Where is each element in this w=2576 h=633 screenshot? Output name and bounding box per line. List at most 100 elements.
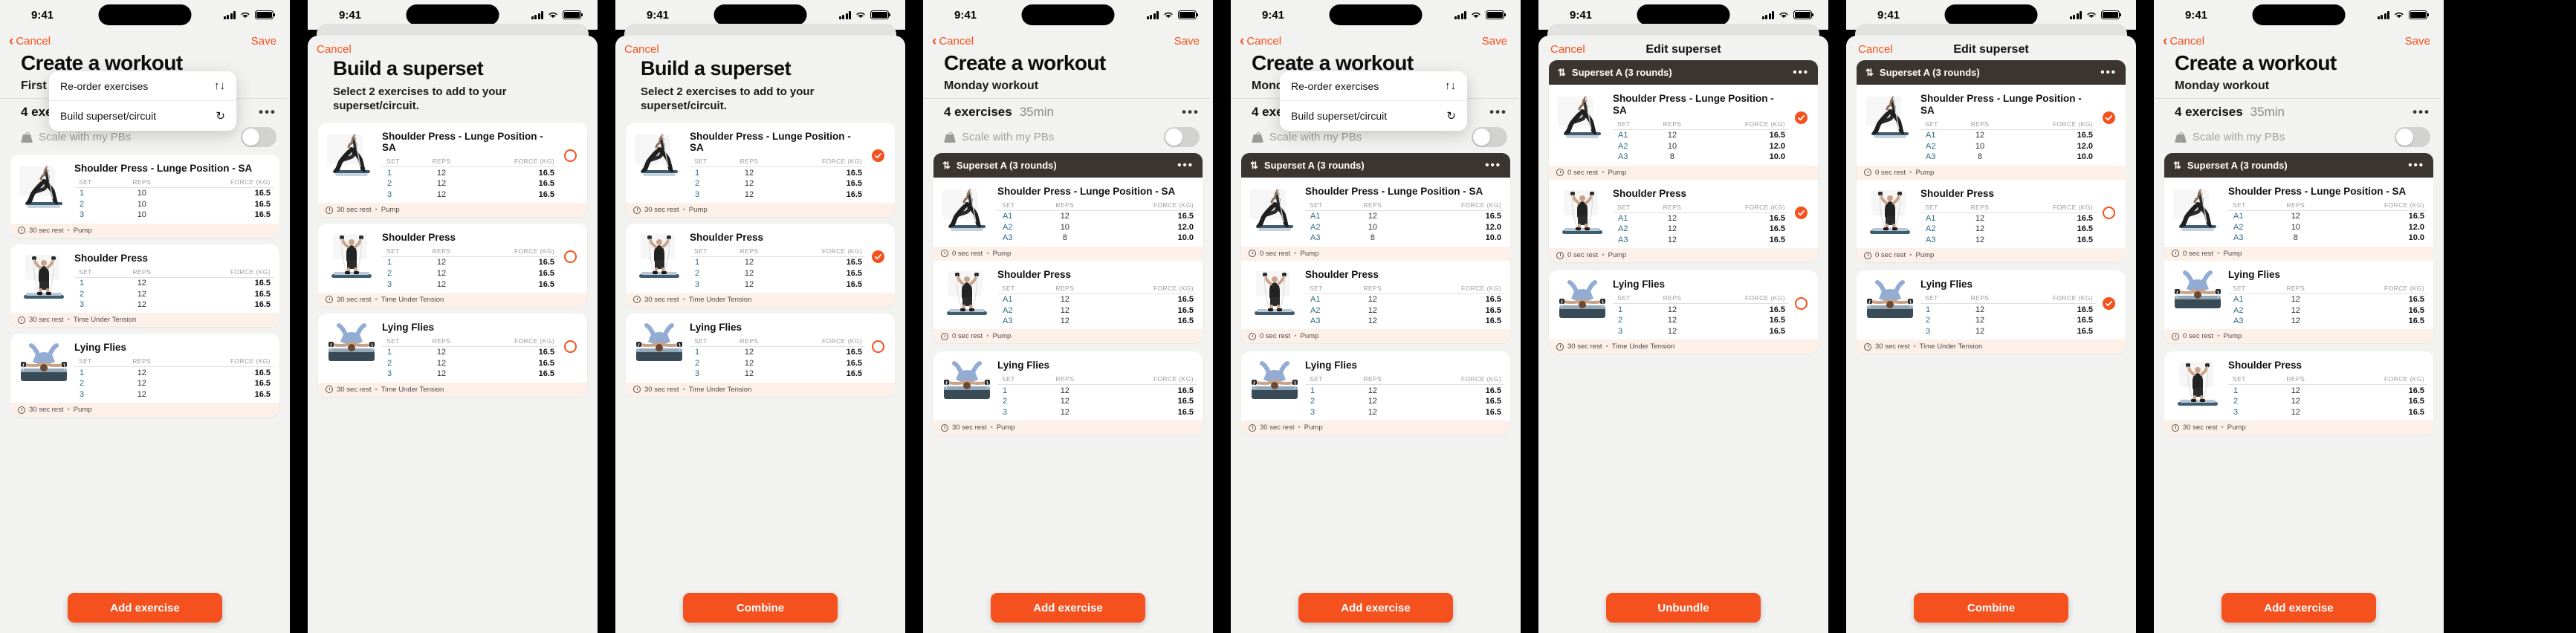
selection-empty-icon[interactable] [2102,206,2115,219]
superset-header[interactable]: ⇅ Superset A (3 rounds) ••• [1857,60,2126,85]
scale-row[interactable]: Scale with my PBs [2154,123,2444,153]
exercise-card[interactable]: Shoulder Press SET REPS FORCE (KG) 1 12 16.5… [318,224,587,307]
context-menu[interactable]: Re-order exercises ↑↓ Build superset/cir… [1280,71,1467,131]
selection-empty-icon[interactable] [563,340,577,353]
superset-header[interactable]: ⇅ Superset A (3 rounds) ••• [2164,153,2433,178]
back-group[interactable]: ‹ Cancel [9,34,51,48]
selection-checked-icon[interactable] [871,250,884,264]
exercise-card[interactable]: Shoulder Press SET REPS FORCE (KG) 1 12 16.5… [626,224,895,307]
cancel-button[interactable]: Cancel [2169,35,2204,48]
superset-more-icon[interactable]: ••• [1485,159,1501,172]
cancel-button[interactable]: Cancel [1858,43,1893,56]
exercise-select-column[interactable] [867,318,889,353]
back-group[interactable]: ‹ Cancel [2163,34,2204,48]
cancel-button[interactable]: Cancel [1246,35,1281,48]
cancel-button[interactable]: Cancel [1550,43,1585,56]
primary-cta-button[interactable]: Combine [1914,593,2068,623]
exercise-card[interactable]: Shoulder Press SET REPS FORCE (KG) A1 12 16.… [933,260,1203,344]
workout-more-icon[interactable]: ••• [1182,105,1200,120]
exercise-card[interactable]: Shoulder Press - Lunge Position - SA SET… [318,122,587,218]
chevron-left-icon[interactable]: ‹ [932,34,936,48]
cancel-button[interactable]: Cancel [939,35,974,48]
exercise-select-column[interactable] [559,228,581,264]
workout-more-icon[interactable]: ••• [2412,105,2430,120]
scale-toggle[interactable] [1472,127,1507,147]
selection-checked-icon[interactable] [2102,111,2115,124]
exercise-card[interactable]: Lying Flies SET REPS FORCE (KG) 1 12 16.5 2 12… [626,313,895,397]
exercise-card[interactable]: Lying Flies SET REPS FORCE (KG) 1 12 16.5 2 12… [933,351,1203,435]
selection-checked-icon[interactable] [1794,111,1808,124]
workout-name[interactable]: Monday workout [923,75,1210,99]
cancel-button[interactable]: Cancel [16,35,51,48]
exercise-card[interactable]: Shoulder Press - Lunge Position - SA SET… [626,122,895,218]
superset-header[interactable]: ⇅ Superset A (3 rounds) ••• [933,153,1203,178]
cancel-button[interactable]: Cancel [317,43,352,56]
exercise-select-column[interactable] [2097,184,2120,219]
exercise-card[interactable]: Shoulder Press - Lunge Position - SA SET… [933,178,1203,261]
exercise-select-column[interactable] [559,127,581,162]
exercise-card[interactable]: Lying Flies SET REPS FORCE (KG) 1 12 16.5 2 12… [1549,270,1818,354]
context-menu[interactable]: Re-order exercises ↑↓ Build superset/cir… [49,71,236,131]
primary-cta-button[interactable]: Add exercise [68,593,222,623]
exercise-card[interactable]: Shoulder Press SET REPS FORCE (KG) 1 12 16.5… [10,244,279,328]
scale-toggle[interactable] [2395,127,2430,147]
selection-empty-icon[interactable] [871,340,884,353]
save-button[interactable]: Save [1174,35,1200,48]
exercise-card[interactable]: Lying Flies SET REPS FORCE (KG) 1 12 16.5 2 12… [1241,351,1510,435]
selection-checked-icon[interactable] [2102,297,2115,311]
superset-more-icon[interactable]: ••• [2100,66,2117,79]
primary-cta-button[interactable]: Add exercise [1298,593,1453,623]
exercise-select-column[interactable] [867,127,889,162]
chevron-left-icon[interactable]: ‹ [9,34,13,48]
primary-cta-button[interactable]: Combine [683,593,838,623]
exercise-card[interactable]: Shoulder Press SET REPS FORCE (KG) 1 12 16.5… [2164,351,2433,435]
superset-more-icon[interactable]: ••• [2408,159,2424,172]
save-button[interactable]: Save [1482,35,1507,48]
menu-item-loop-refresh[interactable]: Build superset/circuit ↻ [49,100,236,131]
primary-cta-button[interactable]: Add exercise [2221,593,2376,623]
exercise-select-column[interactable] [2097,89,2120,124]
superset-more-icon[interactable]: ••• [1177,159,1194,172]
exercise-select-column[interactable] [2097,275,2120,311]
selection-empty-icon[interactable] [563,149,577,162]
save-button[interactable]: Save [2405,35,2430,48]
exercise-select-column[interactable] [1790,89,1812,124]
primary-cta-button[interactable]: Unbundle [1606,593,1761,623]
workout-name[interactable]: Monday workout [2154,75,2441,99]
menu-item-arrows-up-down[interactable]: Re-order exercises ↑↓ [49,71,236,100]
superset-header[interactable]: ⇅ Superset A (3 rounds) ••• [1549,60,1818,85]
back-group[interactable]: ‹ Cancel [1240,34,1281,48]
workout-more-icon[interactable]: ••• [259,105,276,120]
chevron-left-icon[interactable]: ‹ [1240,34,1244,48]
exercise-card[interactable]: Lying Flies SET REPS FORCE (KG) 1 12 16.5 2 12… [1857,270,2126,354]
back-group[interactable]: ‹ Cancel [932,34,974,48]
exercise-card[interactable]: Shoulder Press - Lunge Position - SA SET… [1549,85,1818,180]
scale-row[interactable]: Scale with my PBs [923,123,1213,153]
superset-header[interactable]: ⇅ Superset A (3 rounds) ••• [1241,153,1510,178]
exercise-card[interactable]: Shoulder Press SET REPS FORCE (KG) A1 12 16.… [1857,179,2126,263]
exercise-select-column[interactable] [1790,184,1812,219]
exercise-card[interactable]: Shoulder Press - Lunge Position - SA SET… [1241,178,1510,261]
primary-cta-button[interactable]: Add exercise [991,593,1145,623]
exercise-card[interactable]: Shoulder Press - Lunge Position - SA SET… [1857,85,2126,180]
save-button[interactable]: Save [251,35,276,48]
exercise-select-column[interactable] [559,318,581,353]
exercise-card[interactable]: Lying Flies SET REPS FORCE (KG) 1 12 16.5 2 12… [10,334,279,418]
exercise-card[interactable]: Lying Flies SET REPS FORCE (KG) A1 12 16.5 A2… [2164,260,2433,344]
exercise-card[interactable]: Shoulder Press SET REPS FORCE (KG) A1 12 16.… [1549,179,1818,263]
chevron-left-icon[interactable]: ‹ [2163,34,2167,48]
exercise-select-column[interactable] [1790,275,1812,311]
cancel-button[interactable]: Cancel [624,43,659,56]
selection-checked-icon[interactable] [871,149,884,162]
selection-checked-icon[interactable] [1794,206,1808,219]
menu-item-arrows-up-down[interactable]: Re-order exercises ↑↓ [1280,71,1467,100]
selection-empty-icon[interactable] [563,250,577,264]
scale-toggle[interactable] [1164,127,1200,147]
scale-toggle[interactable] [241,127,276,147]
exercise-card[interactable]: Shoulder Press SET REPS FORCE (KG) A1 12 16.… [1241,260,1510,344]
superset-more-icon[interactable]: ••• [1793,66,1809,79]
selection-empty-icon[interactable] [1794,297,1808,311]
exercise-select-column[interactable] [867,228,889,264]
exercise-card[interactable]: Lying Flies SET REPS FORCE (KG) 1 12 16.5 2 12… [318,313,587,397]
exercise-card[interactable]: Shoulder Press - Lunge Position - SA SET… [10,155,279,238]
